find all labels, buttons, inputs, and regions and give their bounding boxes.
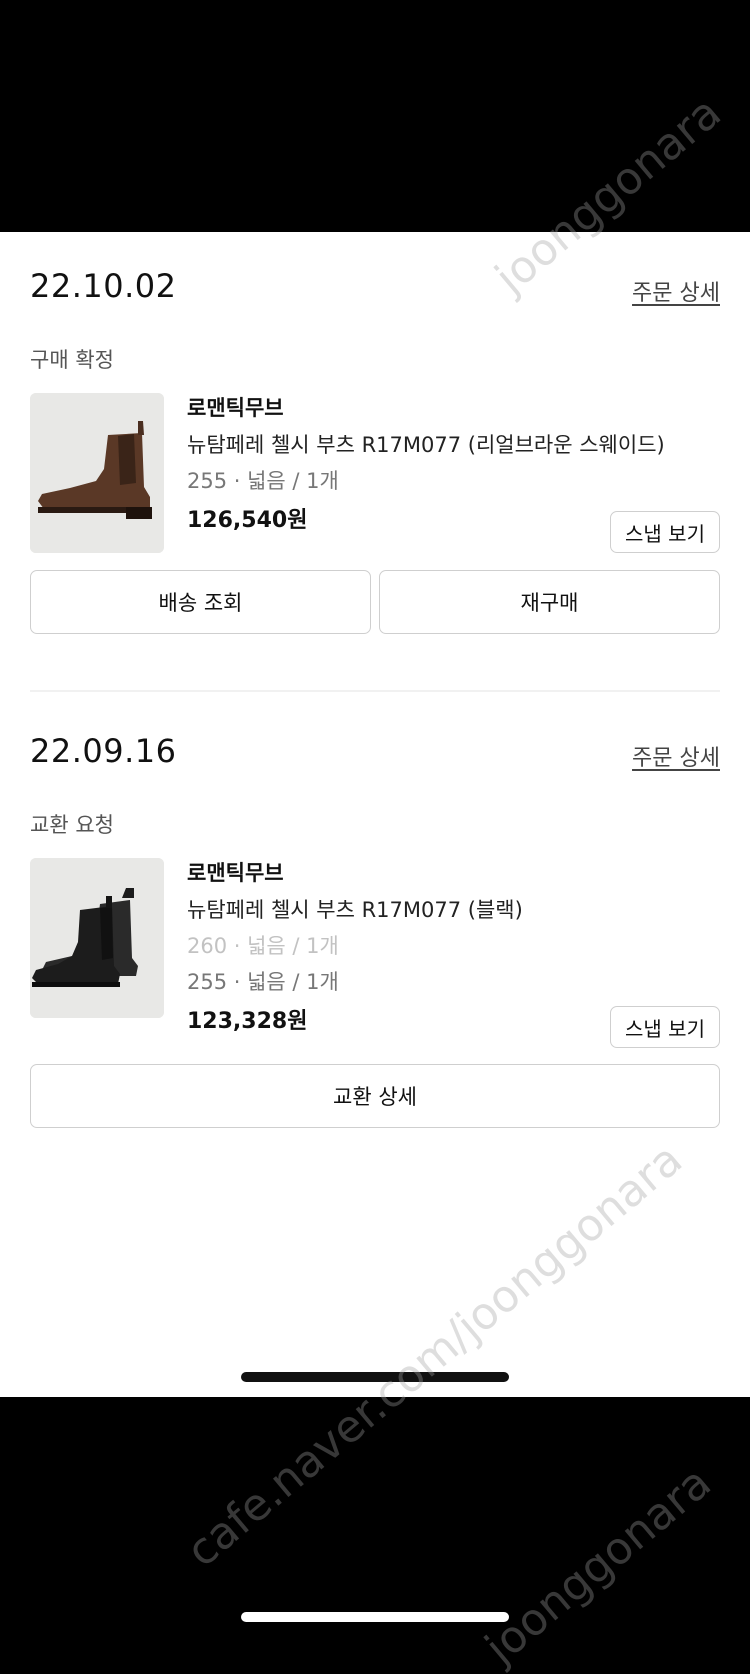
product-brand: 로맨틱무브	[187, 396, 284, 420]
previous-product-option: 260 · 넓음 / 1개	[187, 934, 339, 958]
product-brand: 로맨틱무브	[187, 861, 284, 885]
order-date: 22.09.16	[30, 732, 177, 770]
order-status: 교환 요청	[30, 813, 114, 837]
product-thumbnail[interactable]	[30, 393, 164, 553]
order-card: 22.09.16 주문 상세 교환 요청 로맨틱무브 뉴탐페레 첼시 부츠 R1…	[30, 732, 720, 1152]
product-name: 뉴탐페레 첼시 부츠 R17M077 (블랙)	[187, 898, 523, 922]
product-thumbnail[interactable]	[30, 858, 164, 1018]
product-option: 255 · 넓음 / 1개	[187, 469, 339, 493]
order-status: 구매 확정	[30, 348, 114, 372]
home-indicator	[241, 1612, 509, 1622]
snap-view-button[interactable]: 스냅 보기	[610, 1006, 720, 1048]
black-chelsea-boot-image	[30, 858, 164, 1018]
order-detail-link[interactable]: 주문 상세	[632, 740, 720, 772]
exchange-detail-button[interactable]: 교환 상세	[30, 1064, 720, 1128]
home-indicator	[241, 1372, 509, 1382]
product-option: 255 · 넓음 / 1개	[187, 970, 339, 994]
order-card: 22.10.02 주문 상세 구매 확정 로맨틱무브 뉴탐페레 첼시 부츠 R1…	[30, 267, 720, 687]
order-date: 22.10.02	[30, 267, 177, 305]
brown-chelsea-boot-image	[30, 393, 164, 553]
watermark: joonggonara	[475, 1457, 721, 1674]
snap-view-button[interactable]: 스냅 보기	[610, 511, 720, 553]
order-detail-link[interactable]: 주문 상세	[632, 275, 720, 307]
order-divider	[30, 690, 720, 692]
track-delivery-button[interactable]: 배송 조회	[30, 570, 371, 634]
product-name: 뉴탐페레 첼시 부츠 R17M077 (리얼브라운 스웨이드)	[187, 433, 665, 457]
repurchase-button[interactable]: 재구매	[379, 570, 720, 634]
order-list-sheet: 22.10.02 주문 상세 구매 확정 로맨틱무브 뉴탐페레 첼시 부츠 R1…	[0, 232, 750, 1397]
